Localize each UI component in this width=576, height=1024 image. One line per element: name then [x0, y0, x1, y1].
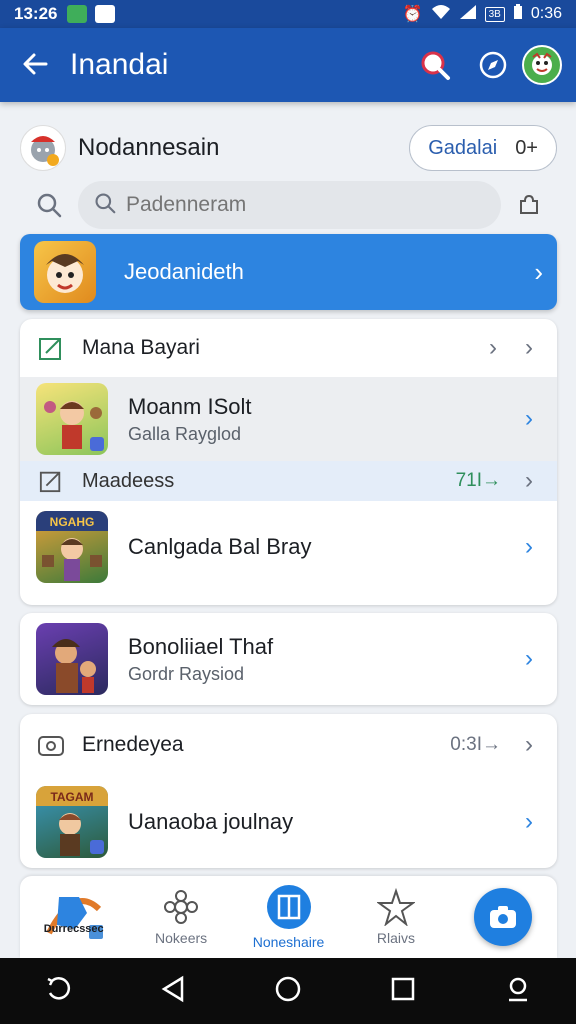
camera-icon[interactable]: [474, 888, 533, 946]
arrow-left-icon[interactable]: [0, 48, 70, 82]
chevron-right-icon: ›: [525, 645, 533, 672]
game-thumbnail: TAGAM: [36, 786, 108, 858]
home-circle-icon[interactable]: [274, 975, 302, 1008]
battery-time: 0:36: [530, 5, 562, 22]
chevron-right-icon: ›: [489, 334, 497, 361]
nav-label: Noneshaire: [252, 934, 325, 950]
back-triangle-icon[interactable]: [160, 975, 186, 1008]
chevron-right-icon: ›: [525, 467, 533, 494]
chevron-right-icon: ›: [525, 731, 533, 758]
section-meta: 0:3I→: [450, 734, 501, 755]
nav-label: Nokeers: [155, 930, 208, 946]
profile-row: Nodannesain Gadalai 0+: [20, 118, 557, 178]
profile-avatar[interactable]: [20, 125, 66, 171]
system-navigation-bar: [0, 958, 576, 1024]
puzzle-icon[interactable]: [501, 193, 557, 217]
chevron-right-icon: ›: [525, 405, 533, 432]
list-item-game-4[interactable]: TAGAM Uanaoba joulnay ›: [20, 776, 557, 868]
status-time: 13:26: [14, 4, 58, 23]
nav-logo[interactable]: Durrecssec: [20, 889, 127, 945]
section-card-1: Mana Bayari › › Moanm ISolt Galla Rayglo…: [20, 319, 557, 605]
wifi-icon: [431, 4, 451, 25]
bottom-navigation: Durrecssec Nokeers Noneshaire Rlaivs: [20, 876, 557, 958]
nav-label: Rlaivs: [376, 930, 415, 946]
game-title: Bonoliiael Thaf: [128, 633, 274, 659]
game-subtitle: Gordr Raysiod: [128, 663, 245, 684]
overview-square-icon[interactable]: [390, 976, 416, 1007]
game-thumbnail: [36, 623, 108, 695]
search-field[interactable]: [78, 181, 501, 229]
section-header-label: Ernedeyea: [82, 733, 184, 756]
game-thumbnail: [36, 383, 108, 455]
status-bar: 13:26 ⏰ 3B 0:36: [0, 0, 576, 28]
nav-item-noneshaire[interactable]: Noneshaire: [235, 884, 342, 950]
featured-item[interactable]: Jeodanideth ›: [20, 234, 557, 310]
list-item-game-2[interactable]: NGAHG Canlgada Bal Bray ›: [20, 501, 557, 593]
list-item-game-3[interactable]: Bonoliiael Thaf Gordr Raysiod ›: [20, 613, 557, 705]
search-input[interactable]: [126, 193, 426, 217]
section-card-2: Ernedeyea 0:3I→ › TAGAM Uanaoba joulnay …: [20, 714, 557, 868]
featured-label: Jeodanideth: [124, 259, 244, 284]
edit-icon: [36, 469, 66, 493]
game-thumbnail: NGAHG: [36, 511, 108, 583]
game-subtitle: Galla Rayglod: [128, 423, 242, 444]
section-header-mana-bayari[interactable]: Mana Bayari › ›: [20, 319, 557, 377]
game-title: Canlgada Bal Bray: [128, 534, 312, 559]
subsection-meta: 71I→: [455, 470, 501, 491]
nav-logo-text: Durrecssec: [43, 923, 104, 935]
chevron-right-icon: ›: [525, 334, 533, 361]
app-bar: Inandai: [0, 28, 576, 102]
recents-back-icon[interactable]: [44, 975, 72, 1008]
game-title: Uanaoba joulnay: [128, 809, 294, 834]
section-header-ernedeyea[interactable]: Ernedeyea 0:3I→ ›: [20, 714, 557, 776]
gallery-notification-icon: [67, 5, 88, 23]
game-card-3: Bonoliiael Thaf Gordr Raysiod ›: [20, 613, 557, 705]
chevron-right-icon: ›: [525, 533, 533, 560]
camera-fab[interactable]: [450, 888, 557, 946]
thumbnail-text: NGAHG: [50, 515, 95, 529]
profile-name: Nodannesain: [78, 134, 220, 161]
search-icon[interactable]: [406, 36, 464, 94]
game-title: Moanm ISolt: [128, 393, 252, 419]
chevron-right-icon: ›: [534, 256, 543, 287]
subsection-label: Maadeess: [82, 469, 175, 492]
list-item-game-1[interactable]: Moanm ISolt Galla Rayglod ›: [20, 377, 557, 461]
search-icon[interactable]: [20, 192, 78, 218]
battery-icon: [513, 3, 523, 25]
camera-icon: [36, 730, 66, 760]
alarm-icon: ⏰: [402, 6, 423, 23]
edit-icon: [36, 333, 66, 363]
search-field-icon: [94, 192, 116, 219]
nav-item-nokeers[interactable]: Nokeers: [127, 888, 234, 946]
gadalai-button[interactable]: Gadalai 0+: [409, 125, 557, 171]
section-header-label: Mana Bayari: [82, 336, 200, 359]
subsection-header-maadeess[interactable]: Maadeess 71I→ ›: [20, 461, 557, 501]
app-notification-icon: [95, 5, 116, 23]
nav-item-rlaivs[interactable]: Rlaivs: [342, 888, 449, 946]
chevron-right-icon: ›: [525, 808, 533, 835]
user-avatar[interactable]: [522, 45, 562, 85]
assistant-icon[interactable]: [504, 975, 532, 1008]
search-row: [20, 180, 557, 230]
compass-icon[interactable]: [464, 36, 522, 94]
page-title: Inandai: [70, 48, 169, 81]
pill-label: Gadalai: [428, 136, 498, 159]
signal-icon: [459, 4, 477, 25]
pill-value: 0+: [515, 136, 538, 159]
featured-thumbnail: [34, 241, 96, 303]
thumbnail-text: TAGAM: [50, 790, 93, 804]
network-badge: 3B: [484, 6, 505, 22]
